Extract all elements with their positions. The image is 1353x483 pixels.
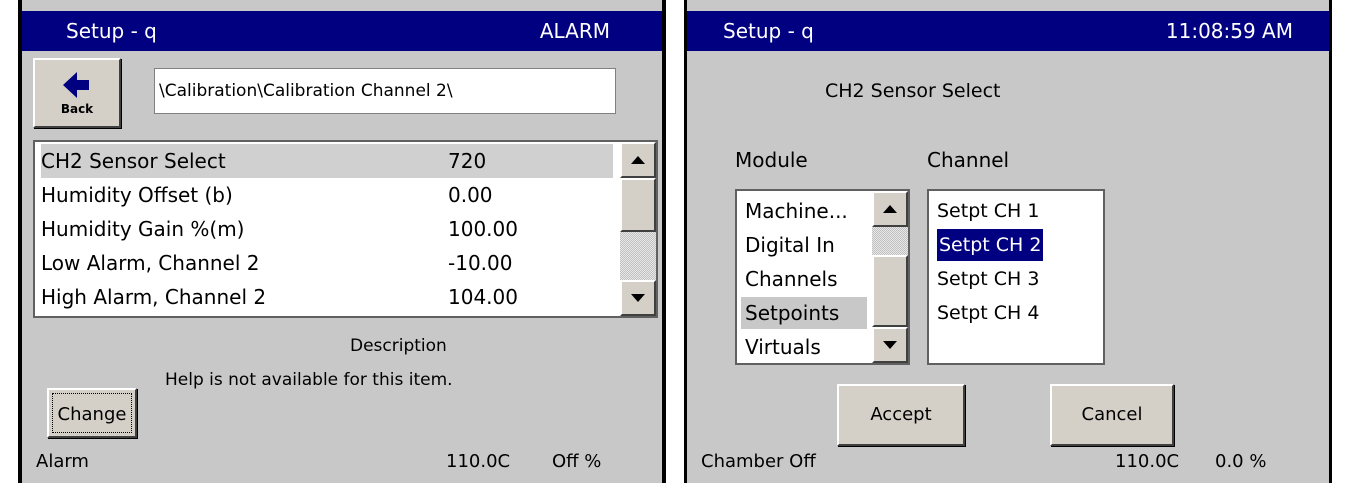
arrow-left-icon [63, 72, 89, 98]
accept-label: Accept [870, 404, 932, 425]
scroll-up-button[interactable] [620, 142, 656, 178]
alarm-indicator: ALARM [539, 19, 610, 43]
item-label: Low Alarm, Channel 2 [41, 251, 260, 275]
list-item[interactable]: Low Alarm, Channel 2 -10.00 [41, 246, 613, 280]
clock: 11:08:59 AM [1165, 19, 1293, 43]
item-label: CH2 Sensor Select [41, 149, 226, 173]
status-chamber: Chamber Off [701, 451, 816, 472]
title-bar: Setup - q ALARM [22, 11, 662, 51]
dialog-title: CH2 Sensor Select [825, 80, 1001, 102]
settings-list[interactable]: CH2 Sensor Select 720 Humidity Offset (b… [33, 140, 658, 318]
scroll-track[interactable] [620, 232, 656, 280]
scroll-down-button[interactable] [620, 280, 656, 316]
title-bar: Setup - q 11:08:59 AM [687, 11, 1329, 51]
status-temperature: 110.0C [446, 451, 511, 472]
list-item[interactable]: CH2 Sensor Select 720 [41, 144, 613, 178]
status-humidity: Off % [552, 451, 602, 472]
list-item[interactable]: High Alarm, Channel 2 104.00 [41, 280, 613, 314]
scroll-thumb[interactable] [872, 255, 908, 327]
module-item[interactable]: Digital In [741, 229, 867, 261]
item-label: High Alarm, Channel 2 [41, 285, 267, 309]
channel-list[interactable]: Setpt CH 1 Setpt CH 2 Setpt CH 3 Setpt C… [927, 189, 1105, 365]
status-humidity: 0.0 % [1215, 451, 1267, 472]
item-value: 720 [448, 149, 487, 173]
window-title: Setup - q [723, 19, 814, 43]
scroll-down-button[interactable] [872, 327, 908, 363]
change-label: Change [52, 393, 132, 433]
triangle-down-icon [631, 294, 645, 302]
status-alarm: Alarm [36, 451, 89, 472]
item-value: 104.00 [448, 285, 518, 309]
channel-item[interactable]: Setpt CH 3 [937, 263, 1039, 295]
setup-window-right: Setup - q 11:08:59 AM CH2 Sensor Select … [684, 0, 1332, 483]
module-label: Module [735, 148, 808, 172]
description-text: Help is not available for this item. [165, 370, 453, 390]
triangle-down-icon [883, 341, 897, 349]
scroll-up-button[interactable] [872, 191, 908, 227]
triangle-up-icon [631, 156, 645, 164]
change-button[interactable]: Change [47, 388, 137, 438]
cancel-button[interactable]: Cancel [1050, 384, 1174, 446]
triangle-up-icon [883, 205, 897, 213]
scroll-thumb[interactable] [620, 178, 656, 232]
list-item[interactable]: Humidity Gain %(m) 100.00 [41, 212, 613, 246]
back-label: Back [60, 102, 94, 116]
item-value: 0.00 [448, 183, 493, 207]
channel-item[interactable]: Setpt CH 4 [937, 297, 1039, 329]
module-item[interactable]: Machine... [741, 195, 867, 227]
channel-label: Channel [927, 148, 1010, 172]
channel-item[interactable]: Setpt CH 2 [935, 228, 1045, 262]
scroll-track[interactable] [872, 227, 908, 255]
list-item[interactable]: Humidity Offset (b) 0.00 [41, 178, 613, 212]
module-list[interactable]: Machine... Digital In Channels Setpoints… [735, 189, 910, 365]
back-button[interactable]: Back [33, 58, 121, 128]
accept-button[interactable]: Accept [837, 384, 965, 446]
path-field: \Calibration\Calibration Channel 2\ [154, 68, 616, 114]
item-label: Humidity Offset (b) [41, 183, 233, 207]
item-label: Humidity Gain %(m) [41, 217, 245, 241]
status-temperature: 110.0C [1115, 451, 1180, 472]
module-item[interactable]: Channels [741, 263, 867, 295]
setup-window-left: Setup - q ALARM Back \Calibration\Calibr… [18, 0, 666, 483]
channel-item[interactable]: Setpt CH 1 [937, 195, 1039, 227]
module-item[interactable]: Virtuals [741, 331, 867, 363]
cancel-label: Cancel [1081, 404, 1143, 425]
module-item[interactable]: Setpoints [741, 297, 867, 329]
item-value: -10.00 [448, 251, 513, 275]
item-value: 100.00 [448, 217, 518, 241]
window-title: Setup - q [66, 19, 157, 43]
description-heading: Description [350, 336, 447, 356]
list-scrollbar[interactable] [620, 142, 656, 316]
module-scrollbar[interactable] [872, 191, 908, 363]
